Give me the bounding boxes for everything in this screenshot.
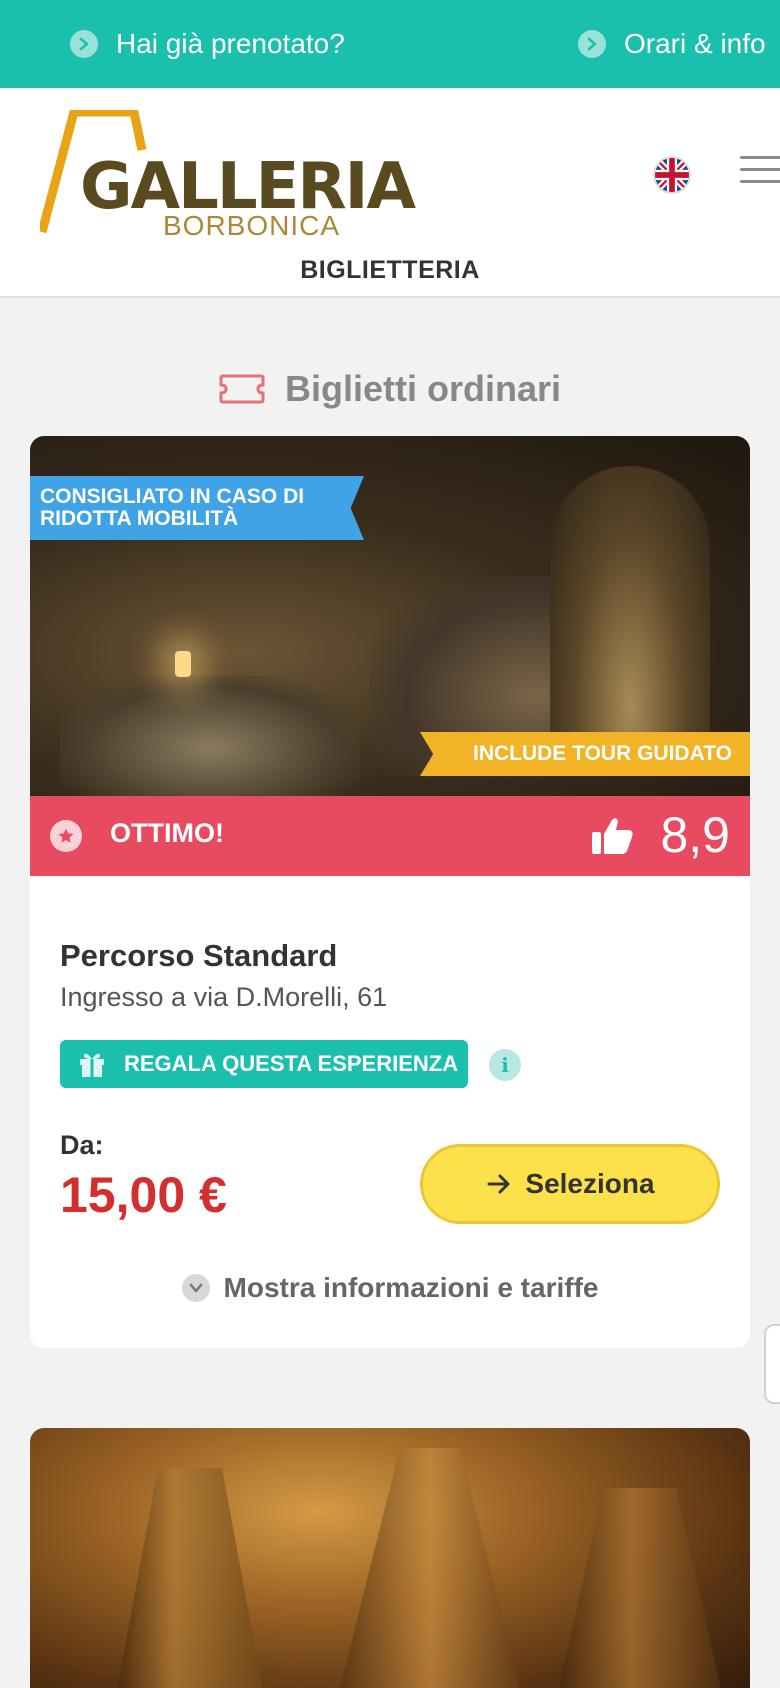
chevron-down-icon [181,1274,210,1302]
top-bar: Hai già prenotato? Orari & info [0,0,780,88]
arrow-right-icon [487,1174,510,1194]
hamburger-menu-icon[interactable] [740,156,780,190]
show-info-toggle[interactable]: Mostra informazioni e tariffe [30,1272,750,1304]
gift-icon [80,1053,104,1077]
already-booked-link[interactable]: Hai già prenotato? [70,22,345,66]
section-title: Biglietti ordinari [284,368,561,409]
info-icon[interactable]: i [489,1049,521,1081]
reduced-mobility-ribbon: CONSIGLIATO IN CASO DI RIDOTTA MOBILITÀ [30,476,364,540]
gift-experience-label: REGALA QUESTA ESPERIENZA [124,1051,459,1076]
section-heading: Biglietti ordinari [0,364,780,414]
chevron-right-icon [578,30,606,58]
ticket-title: Percorso Standard [60,938,338,973]
ticket-card: CONSIGLIATO IN CASO DI RIDOTTA MOBILITÀ … [30,436,750,1348]
price-value: 15,00 € [60,1167,227,1223]
gift-experience-button[interactable]: REGALA QUESTA ESPERIENZA [60,1040,468,1088]
guided-tour-ribbon: INCLUDE TOUR GUIDATO [420,732,750,776]
show-info-label: Mostra informazioni e tariffe [223,1272,599,1303]
rating-bar: OTTIMO! 8,9 [30,796,750,876]
ticket-office-label: BIGLIETTERIA [300,256,480,284]
rating-label: OTTIMO! [110,818,224,848]
site-header: GALLERIA BORBONICA BIGLIETTERIA [0,88,780,298]
second-ticket-photo [30,1428,750,1688]
tunnel-photo: CONSIGLIATO IN CASO DI RIDOTTA MOBILITÀ … [30,436,750,796]
logo-subtitle: BORBONICA [163,210,341,241]
rating-score: 8,9 [660,807,730,863]
galleria-borbonica-logo[interactable]: GALLERIA BORBONICA [40,110,416,241]
select-button[interactable]: Seleziona [420,1144,720,1224]
select-label: Seleziona [525,1168,655,1199]
uk-flag-icon[interactable] [653,156,691,194]
chevron-right-icon [70,30,98,58]
ticket-entrance: Ingresso a via D.Morelli, 61 [60,982,388,1012]
already-booked-label: Hai già prenotato? [116,28,345,59]
side-feedback-tab[interactable] [764,1324,780,1404]
hours-info-link[interactable]: Orari & info [578,22,766,66]
hours-info-label: Orari & info [624,28,766,59]
thumbs-up-icon [592,818,633,854]
ticket-icon [219,374,265,404]
star-icon [50,820,82,852]
price-from-label: Da: [60,1130,104,1160]
